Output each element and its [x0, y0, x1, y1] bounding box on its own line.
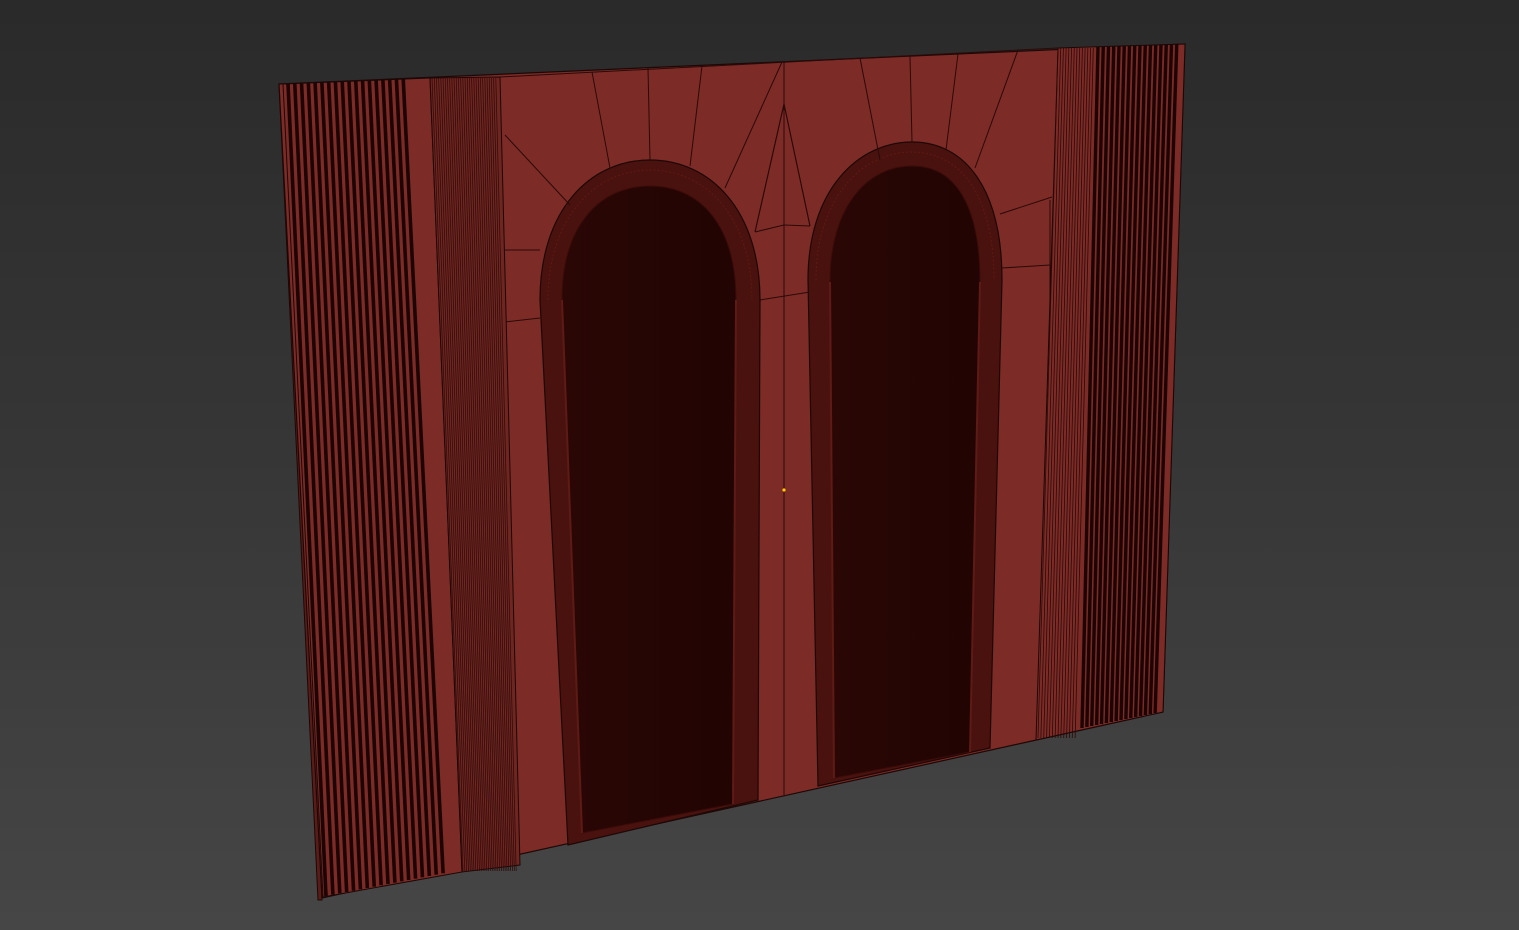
left-fluted-pilaster[interactable]	[282, 76, 521, 898]
pivot-marker[interactable]	[782, 488, 786, 492]
left-arch-recess	[561, 185, 737, 834]
3d-viewport[interactable]	[0, 0, 1519, 930]
right-arch-recess	[829, 165, 981, 779]
left-arched-doorway[interactable]	[539, 159, 761, 846]
right-fluted-pilaster[interactable]	[1035, 43, 1186, 741]
right-arched-doorway[interactable]	[807, 141, 1003, 787]
scene-canvas[interactable]	[0, 0, 1519, 930]
